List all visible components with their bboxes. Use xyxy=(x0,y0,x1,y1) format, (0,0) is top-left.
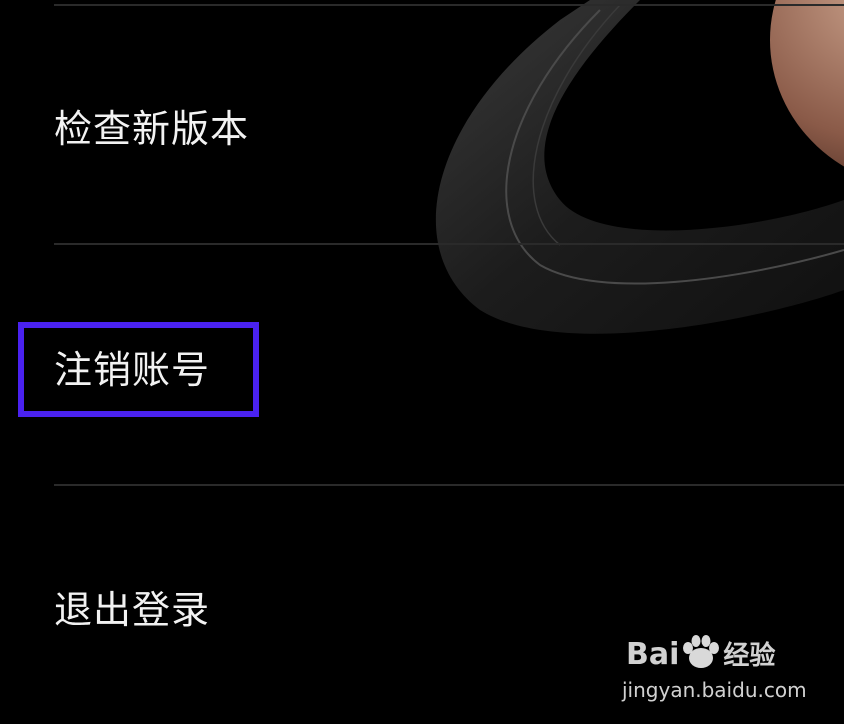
logout-menu-item[interactable]: 退出登录 xyxy=(54,591,210,629)
paw-icon xyxy=(683,635,720,668)
watermark-brand-prefix: Bai xyxy=(626,637,680,672)
highlight-annotation-box xyxy=(18,322,259,417)
divider-top xyxy=(54,4,844,6)
watermark-url: jingyan.baidu.com xyxy=(622,678,807,702)
check-update-menu-item[interactable]: 检查新版本 xyxy=(54,110,249,148)
watermark-brand-suffix: 经验 xyxy=(723,641,776,671)
divider-2 xyxy=(54,484,844,486)
baidu-jingyan-watermark: Bai 经验 jingyan.baidu.com xyxy=(622,632,807,704)
watermark-logo: Bai 经验 xyxy=(626,634,775,672)
divider-1 xyxy=(54,243,844,245)
